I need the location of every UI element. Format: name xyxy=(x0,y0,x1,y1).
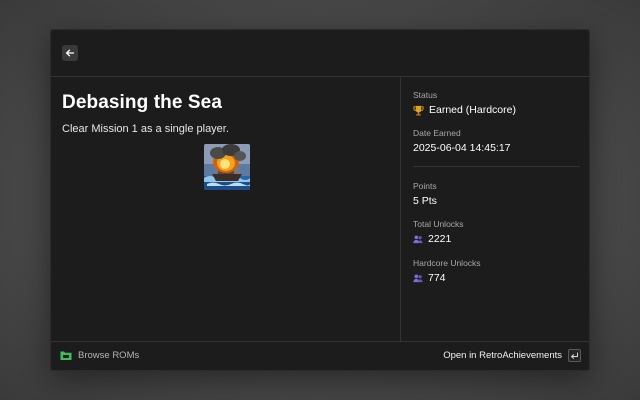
enter-key-icon xyxy=(568,349,581,362)
achievement-details-panel: Status Earned (Hardcore) Date Earned 202… xyxy=(402,78,589,341)
back-button[interactable] xyxy=(62,45,78,61)
top-bar xyxy=(51,30,589,77)
browse-roms-label: Browse ROMs xyxy=(78,350,140,361)
achievement-main-panel: Debasing the Sea Clear Mission 1 as a si… xyxy=(51,78,401,341)
hardcore-unlocks-label: Hardcore Unlocks xyxy=(413,258,481,268)
total-unlocks-row: 2221 xyxy=(413,233,451,245)
achievement-title: Debasing the Sea xyxy=(62,92,222,113)
users-icon xyxy=(413,235,423,244)
footer-bar: Browse ROMs Open in RetroAchievements xyxy=(51,341,589,370)
points-value: 5 Pts xyxy=(413,195,437,207)
hardcore-unlocks-row: 774 xyxy=(413,272,446,284)
users-icon xyxy=(413,274,423,283)
points-label: Points xyxy=(413,181,437,191)
arrow-left-icon xyxy=(65,49,75,57)
status-value: Earned (Hardcore) xyxy=(429,104,516,116)
trophy-icon xyxy=(413,105,424,116)
hardcore-unlocks-value: 774 xyxy=(428,272,446,284)
open-in-retroachievements-button[interactable]: Open in RetroAchievements xyxy=(443,349,581,362)
total-unlocks-label: Total Unlocks xyxy=(413,219,464,229)
date-earned-label: Date Earned xyxy=(413,128,461,138)
achievement-window: Debasing the Sea Clear Mission 1 as a si… xyxy=(50,29,590,371)
browse-roms-button[interactable]: Browse ROMs xyxy=(60,350,139,361)
total-unlocks-value: 2221 xyxy=(428,233,452,245)
details-divider xyxy=(413,166,580,167)
status-label: Status xyxy=(413,90,438,100)
date-earned-value: 2025-06-04 14:45:17 xyxy=(413,142,511,154)
rom-folder-icon xyxy=(60,351,72,360)
achievement-description: Clear Mission 1 as a single player. xyxy=(62,123,229,135)
burning-ship-badge xyxy=(204,144,250,190)
achievement-badge xyxy=(204,144,250,190)
open-in-retroachievements-label: Open in RetroAchievements xyxy=(443,350,562,361)
status-value-row: Earned (Hardcore) xyxy=(413,104,516,116)
